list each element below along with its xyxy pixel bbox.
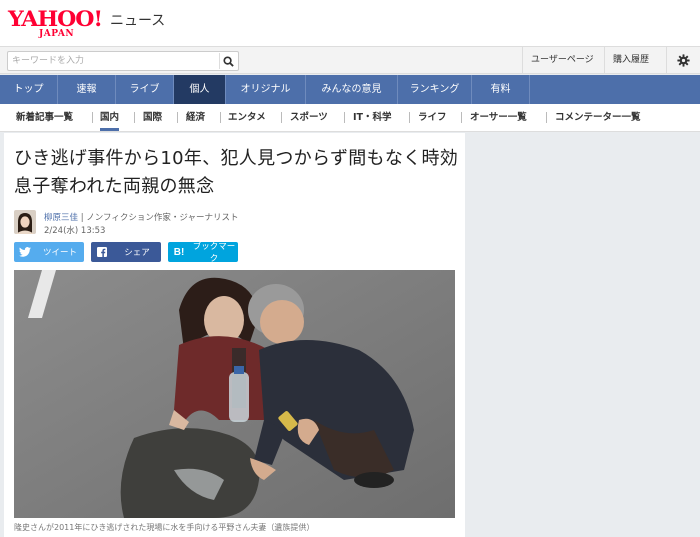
search-input[interactable]	[12, 52, 212, 70]
cat-commentators[interactable]: コメンテーター一覧	[555, 104, 641, 131]
separator	[281, 112, 282, 123]
site-header: YAHOO! JAPAN ニュース	[0, 0, 700, 46]
article-title: ひき逃げ事件から10年、犯人見つからず間もなく時効 息子奪われた両親の無念	[14, 148, 477, 197]
bookmark-label: ブックマーク	[192, 242, 236, 264]
nav-ranking[interactable]: ランキング	[398, 75, 472, 104]
cat-international[interactable]: 国際	[143, 104, 162, 131]
cat-sports[interactable]: スポーツ	[290, 104, 328, 131]
nav-original[interactable]: オリジナル	[226, 75, 306, 104]
separator	[344, 112, 345, 123]
search-button[interactable]	[219, 53, 237, 69]
main-nav: トップ 速報 ライブ 個人 オリジナル みんなの意見 ランキング 有料	[0, 75, 700, 104]
nav-top[interactable]: トップ	[0, 75, 58, 104]
hatena-bookmark-button[interactable]: B! ブックマーク	[168, 242, 238, 264]
cat-economy[interactable]: 経済	[186, 104, 205, 131]
facebook-icon	[91, 242, 113, 262]
service-name[interactable]: ニュース	[110, 10, 165, 30]
photo-couple-offering-water	[14, 270, 455, 518]
author-avatar[interactable]	[14, 210, 36, 234]
nav-individual[interactable]: 個人	[174, 75, 226, 104]
separator	[546, 112, 547, 123]
separator	[220, 112, 221, 123]
logo-wordmark: YAHOO!	[8, 6, 103, 31]
cat-life[interactable]: ライフ	[418, 104, 447, 131]
tweet-button[interactable]: ツイート	[14, 242, 84, 262]
publish-date: 2/24(水) 13:53	[44, 226, 106, 236]
user-page-link[interactable]: ユーザーページ	[522, 47, 602, 73]
settings-button[interactable]	[666, 47, 700, 73]
separator	[409, 112, 410, 123]
tweet-label: ツイート	[42, 248, 77, 258]
nav-opinions[interactable]: みんなの意見	[306, 75, 398, 104]
gear-icon	[677, 53, 690, 67]
sidebar	[470, 133, 700, 537]
author-role: ノンフィクション作家・ジャーナリスト	[86, 213, 239, 223]
separator	[92, 112, 93, 123]
cat-authors[interactable]: オーサー一覧	[470, 104, 527, 131]
cat-domestic[interactable]: 国内	[100, 104, 120, 131]
photo-caption: 隆史さんが2011年にひき逃げされた現場に水を手向ける平野さん夫妻（遺族提供）	[14, 523, 315, 532]
nav-paid[interactable]: 有料	[472, 75, 530, 104]
logo-japan: JAPAN	[39, 29, 75, 39]
author-line: 柳原三佳 | ノンフィクション作家・ジャーナリスト	[44, 211, 238, 223]
article-photo[interactable]	[14, 270, 455, 518]
article: ひき逃げ事件から10年、犯人見つからず間もなく時効 息子奪われた両親の無念 柳原…	[4, 133, 477, 537]
nav-live[interactable]: ライブ	[116, 75, 174, 104]
search-icon	[223, 55, 234, 67]
search-bar-row: ユーザーページ 購入履歴	[0, 46, 700, 74]
separator	[461, 112, 462, 123]
category-nav: 新着記事一覧 国内 国際 経済 エンタメ スポーツ IT・科学 ライフ オーサー…	[0, 104, 700, 132]
purchase-history-link[interactable]: 購入履歴	[604, 47, 657, 73]
facebook-share-label: シェア	[124, 248, 150, 258]
author-name[interactable]: 柳原三佳	[44, 213, 78, 223]
cat-it-science[interactable]: IT・科学	[353, 104, 392, 131]
separator	[177, 112, 178, 123]
search-box	[7, 51, 239, 71]
cat-new-articles[interactable]: 新着記事一覧	[16, 104, 73, 131]
twitter-icon	[14, 242, 36, 262]
cat-entertainment[interactable]: エンタメ	[228, 104, 266, 131]
facebook-share-button[interactable]: シェア	[91, 242, 161, 262]
separator	[134, 112, 135, 123]
hatena-bookmark-icon: B!	[173, 246, 185, 258]
nav-breaking[interactable]: 速報	[58, 75, 116, 104]
yahoo-japan-logo[interactable]: YAHOO! JAPAN	[8, 8, 108, 40]
author-photo	[14, 210, 36, 234]
